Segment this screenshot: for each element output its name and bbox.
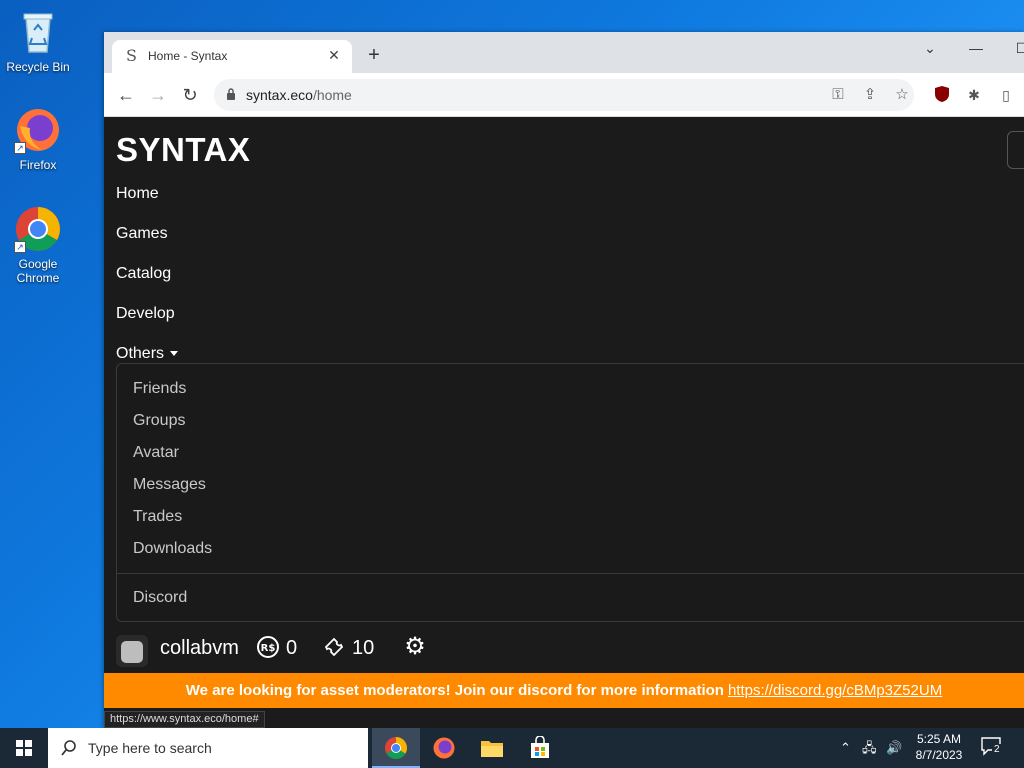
network-icon[interactable]: 🖧 [862,738,877,758]
nav-others-dropdown[interactable]: Others [116,345,179,363]
nav-games[interactable]: Games [116,225,168,243]
discord-invite-link[interactable]: https://discord.gg/cBMp3Z52UM [728,682,942,699]
share-icon[interactable]: ⇪ [860,85,880,105]
svg-text:R$: R$ [261,643,276,654]
syntax-favicon-icon: S [126,46,137,65]
url-text: syntax.eco/home [246,87,352,103]
banner-text: We are looking for asset moderators! Joi… [185,682,724,699]
dropdown-divider [117,573,1024,574]
dropdown-item-messages[interactable]: Messages [133,476,206,494]
desktop-icon-label: Recycle Bin [6,60,70,74]
avatar[interactable] [116,635,148,667]
browser-window: S Home - Syntax ✕ + ⌄ — ☐ ← → ↻ syntax.e… [104,32,1024,728]
taskbar-search-box[interactable]: Type here to search [48,728,368,768]
page-content: SYNTAX Home Games Catalog Develop Others… [104,117,1024,728]
robux-count: 0 [286,637,298,659]
tab-title: Home - Syntax [148,49,228,63]
new-tab-button[interactable]: + [362,44,386,68]
shortcut-arrow-icon: ↗ [14,142,26,154]
tickets-count: 10 [352,637,375,659]
desktop-icon-label: Google Chrome [16,257,60,285]
browser-toolbar: ← → ↻ syntax.eco/home ⚿ ⇪ ☆ ✱ ▯ [104,73,1024,117]
desktop-icon-chrome[interactable]: ↗ Google Chrome [0,205,76,285]
search-icon [61,740,76,756]
user-info-row: collabvm R$ 0 10 ⚙ [116,627,516,671]
shortcut-arrow-icon: ↗ [14,241,26,253]
taskbar: Type here to search ⌃ 🖧 🔊 5:25 AM 8/7/20… [0,728,1024,768]
reload-button[interactable]: ↻ [178,83,202,107]
nav-catalog[interactable]: Catalog [116,265,171,283]
action-center-button[interactable]: 2 [980,736,1006,760]
desktop-icon-firefox[interactable]: ↗ Firefox [0,106,76,172]
maximize-button[interactable]: ☐ [1000,36,1024,60]
caret-down-icon [170,351,179,357]
chrome-icon: ↗ [14,205,62,253]
robux-icon: R$ [256,635,280,659]
dropdown-item-downloads[interactable]: Downloads [133,540,212,558]
dropdown-item-trades[interactable]: Trades [133,508,182,526]
firefox-icon [433,737,455,759]
dropdown-item-friends[interactable]: Friends [133,380,186,398]
folder-icon [481,741,503,757]
desktop-icon-label: Firefox [19,158,57,172]
bookmark-star-icon[interactable]: ☆ [892,85,912,105]
ublock-icon[interactable] [932,85,952,105]
search-placeholder: Type here to search [88,740,212,756]
notification-count: 2 [992,744,1002,755]
windows-logo-icon [16,740,32,756]
ticket-icon [322,635,346,659]
desktop-icon-recycle-bin[interactable]: Recycle Bin [0,8,76,74]
key-icon[interactable]: ⚿ [828,85,848,105]
clock-time: 5:25 AM [916,732,962,746]
address-bar[interactable]: syntax.eco/home ⚿ ⇪ ☆ [214,79,914,111]
extensions-puzzle-icon[interactable]: ✱ [964,85,984,105]
nav-others-label: Others [116,345,165,362]
tab-home-syntax[interactable]: S Home - Syntax ✕ [112,40,352,73]
volume-icon[interactable]: 🔊 [886,738,902,758]
recycle-bin-icon [14,8,62,56]
lock-icon [227,88,235,100]
site-brand[interactable]: SYNTAX [116,131,250,169]
firefox-icon: ↗ [14,106,62,154]
taskbar-firefox[interactable] [420,728,468,768]
others-dropdown-menu: Friends Groups Avatar Messages Trades Do… [116,363,1024,622]
store-bag-icon [531,736,549,758]
side-panel-icon[interactable]: ▯ [996,85,1016,105]
dropdown-item-groups[interactable]: Groups [133,412,185,430]
close-tab-icon[interactable]: ✕ [326,47,342,63]
settings-gear-icon[interactable]: ⚙ [402,635,428,659]
dropdown-item-avatar[interactable]: Avatar [133,444,179,462]
start-button[interactable] [0,728,48,768]
forward-button[interactable]: → [146,83,170,107]
tab-strip: S Home - Syntax ✕ + ⌄ — ☐ [104,32,1024,73]
status-bar-url: https://www.syntax.eco/home# [104,711,265,728]
dropdown-item-discord[interactable]: Discord [133,589,187,607]
back-button[interactable]: ← [114,83,138,107]
tab-search-chevron-icon[interactable]: ⌄ [908,36,952,60]
taskbar-store[interactable] [516,728,564,768]
announcement-banner: We are looking for asset moderators! Joi… [104,673,1024,708]
minimize-button[interactable]: — [954,36,998,60]
navbar-toggler-button[interactable] [1007,131,1024,169]
taskbar-clock[interactable]: 5:25 AM 8/7/2023 [906,731,972,763]
taskbar-file-explorer[interactable] [468,728,516,768]
chrome-icon [385,737,407,759]
taskbar-chrome[interactable] [372,728,420,768]
show-hidden-icons-chevron-icon[interactable]: ⌃ [840,738,851,758]
nav-home[interactable]: Home [116,185,159,203]
clock-date: 8/7/2023 [915,748,963,762]
nav-develop[interactable]: Develop [116,305,175,323]
username[interactable]: collabvm [160,637,239,660]
